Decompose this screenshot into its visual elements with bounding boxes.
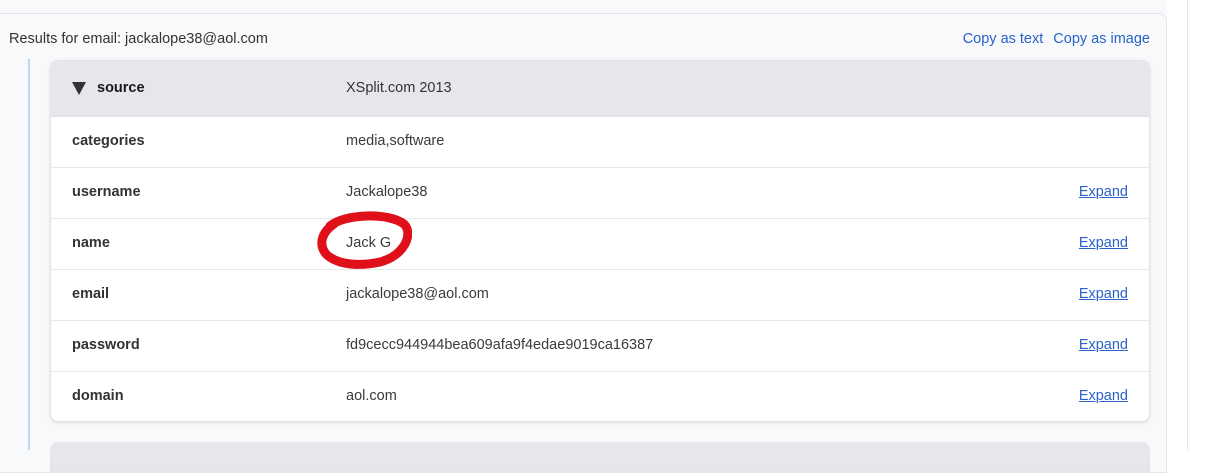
field-key: name [72, 235, 110, 251]
field-value: fd9cecc944944bea609afa9f4edae9019ca16387 [346, 337, 654, 353]
field-key: domain [72, 388, 124, 404]
copy-as-text-link[interactable]: Copy as text [963, 31, 1044, 47]
field-row-username: username Jackalope38 Expand [51, 168, 1149, 219]
copy-actions: Copy as text Copy as image [963, 31, 1150, 47]
expand-link-password[interactable]: Expand [1079, 337, 1128, 353]
field-value: jackalope38@aol.com [346, 286, 489, 302]
caret-down-icon[interactable] [72, 82, 86, 95]
field-row-email: email jackalope38@aol.com Expand [51, 270, 1149, 321]
field-row-name: name Jack G Expand [51, 219, 1149, 270]
next-record-card-header[interactable] [50, 442, 1150, 472]
scrollbar-track[interactable] [1187, 0, 1188, 450]
results-title: Results for email: jackalope38@aol.com [9, 31, 268, 47]
field-key: categories [72, 133, 145, 149]
expand-link-username[interactable]: Expand [1079, 184, 1128, 200]
field-value: aol.com [346, 388, 397, 404]
field-row-categories: categories media,software [51, 117, 1149, 168]
field-row-password: password fd9cecc944944bea609afa9f4edae90… [51, 321, 1149, 372]
expand-link-name[interactable]: Expand [1079, 235, 1128, 251]
copy-as-image-link[interactable]: Copy as image [1053, 31, 1150, 47]
right-gutter [1167, 0, 1231, 450]
record-header-value: XSplit.com 2013 [346, 80, 452, 96]
field-value: media,software [346, 133, 445, 149]
expand-link-email[interactable]: Expand [1079, 286, 1128, 302]
record-header[interactable]: source XSplit.com 2013 [51, 61, 1149, 117]
field-row-domain: domain aol.com Expand [51, 372, 1149, 421]
tree-connector-line [28, 59, 30, 450]
field-key: password [72, 337, 140, 353]
field-value: Jackalope38 [346, 184, 428, 200]
record-card: source XSplit.com 2013 categories media,… [50, 60, 1150, 422]
field-key: email [72, 286, 110, 302]
field-value: Jack G [346, 235, 392, 251]
field-key: username [72, 184, 141, 200]
expand-link-domain[interactable]: Expand [1079, 388, 1128, 404]
record-header-key: source [97, 80, 145, 96]
